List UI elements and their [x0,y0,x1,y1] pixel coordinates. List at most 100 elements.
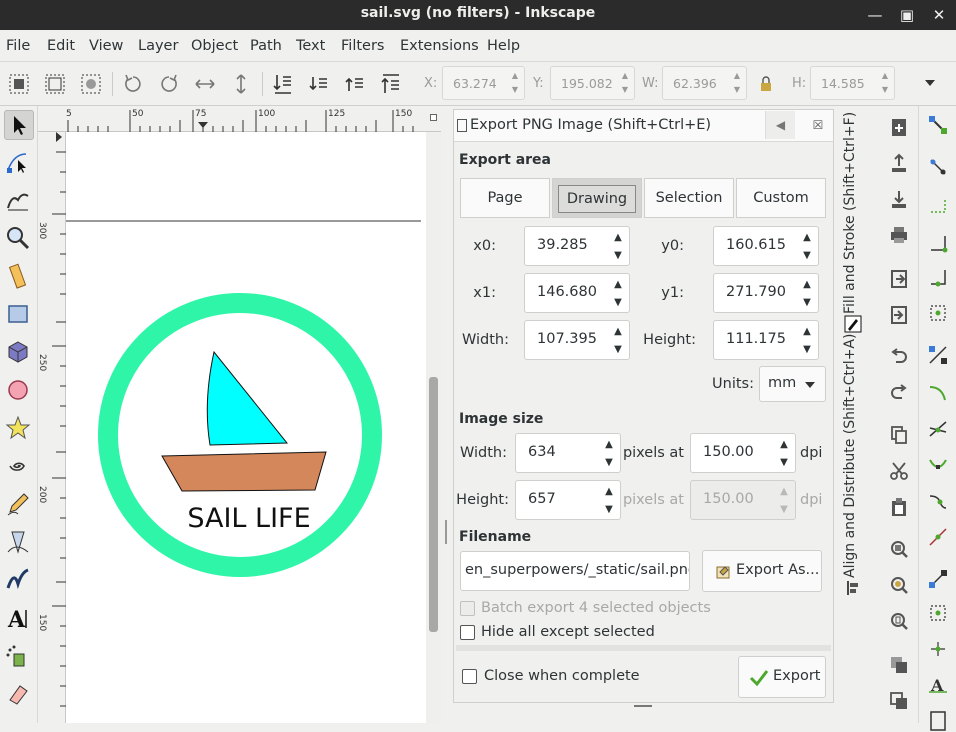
overflow-chevron-icon[interactable] [925,80,935,86]
flip-vertical-icon[interactable] [228,71,254,97]
units-select[interactable]: mm [759,366,826,402]
menu-view[interactable]: View [89,38,123,54]
minimize-icon[interactable]: — [864,4,886,26]
spray-tool[interactable] [4,642,34,672]
rectangle-tool[interactable] [4,300,34,330]
image-width-field[interactable]: 634 ▲ ▼ [515,433,621,473]
scrollbar-thumb[interactable] [429,377,438,632]
import-icon[interactable] [888,152,910,174]
lower-icon[interactable] [306,71,332,97]
close-when-complete-checkbox[interactable] [462,669,477,684]
measure-tool[interactable] [4,262,34,292]
selector-tool[interactable] [4,110,34,140]
menu-file[interactable]: File [6,38,30,54]
snap-page-border-icon[interactable] [927,710,949,732]
tab-align-and-distribute[interactable]: Align and Distribute (Shift+Ctrl+A) [838,334,868,596]
undo-icon[interactable] [888,346,910,368]
artwork[interactable]: SAIL LIFE [66,132,426,723]
area-selection-button[interactable]: Selection [644,178,734,218]
area-height-field[interactable]: 111.175 ▲ ▼ [713,320,819,360]
redo-icon[interactable] [888,382,910,404]
spiral-tool[interactable] [4,452,34,482]
snap-intersection-icon[interactable] [927,418,949,440]
x0-field[interactable]: 39.285 ▲ ▼ [524,226,630,266]
snap-path-icon[interactable] [927,382,949,404]
menu-text[interactable]: Text [296,38,325,54]
snap-smooth-icon[interactable] [927,490,949,512]
rotate-cw-icon[interactable] [156,71,182,97]
star-tool[interactable] [4,414,34,444]
pencil-tool[interactable] [4,490,34,520]
duplicate-icon[interactable] [888,654,910,676]
snap-bbox-edge-icon[interactable] [927,194,949,216]
artwork-text[interactable]: SAIL LIFE [187,503,310,534]
filename-input[interactable]: en_superpowers/_static/sail.png [460,551,690,591]
export-button[interactable]: Export [738,656,826,698]
export-as-button[interactable]: Export As... [702,550,822,592]
menu-layer[interactable]: Layer [138,38,178,54]
download-icon[interactable] [888,188,910,210]
vertical-scrollbar[interactable] [426,132,441,723]
snap-cusp-icon[interactable] [927,454,949,476]
zoom-tool[interactable] [4,224,34,254]
node-tool[interactable] [4,148,34,178]
menu-object[interactable]: Object [191,38,238,54]
eraser-tool[interactable] [4,680,34,710]
export-file-icon[interactable] [888,304,910,326]
x1-field[interactable]: 146.680 ▲ ▼ [524,273,630,313]
snap-bbox-icon[interactable] [927,156,949,178]
menu-help[interactable]: Help [487,38,520,54]
snap-rotation-center-icon[interactable] [927,638,949,660]
menu-filters[interactable]: Filters [341,38,384,54]
text-tool[interactable]: A [4,604,34,634]
hide-all-except-selected-checkbox[interactable] [460,625,475,640]
menu-edit[interactable]: Edit [47,38,75,54]
raise-to-top-icon[interactable] [378,71,404,97]
flip-horizontal-icon[interactable] [192,71,218,97]
ellipse-tool[interactable] [4,376,34,406]
cut-icon[interactable] [888,460,910,482]
h-field[interactable]: 14.585 ▲ ▼ [810,66,895,100]
zoom-drawing-icon[interactable] [888,574,910,596]
tab-fill-and-stroke[interactable]: Fill and Stroke (Shift+Ctrl+F) [838,112,868,333]
w-field[interactable]: 62.396 ▲ ▼ [662,66,747,100]
batch-export-checkbox[interactable] [460,601,475,616]
y-field[interactable]: 195.082 ▲ ▼ [550,66,635,100]
raise-icon[interactable] [342,71,368,97]
snap-line-midpoint-icon[interactable] [927,526,949,548]
select-all-icon[interactable] [6,71,32,97]
snap-bbox-center-icon[interactable] [927,302,949,324]
area-custom-button[interactable]: Custom [736,178,826,218]
rotate-ccw-icon[interactable] [120,71,146,97]
ruler-corner-icon[interactable] [430,114,437,121]
area-drawing-button[interactable]: Drawing [552,178,642,218]
clone-icon[interactable] [888,690,910,712]
snap-text-baseline-icon[interactable]: A [927,674,949,696]
image-height-field[interactable]: 657 ▲ ▼ [515,480,621,520]
hull-shape[interactable] [161,451,327,492]
deselect-icon[interactable] [78,71,104,97]
3d-box-tool[interactable] [4,338,34,368]
new-document-icon[interactable] [888,116,910,138]
y1-field[interactable]: 271.790 ▲ ▼ [713,273,819,313]
snap-bbox-corner-icon[interactable] [927,232,949,254]
lower-to-bottom-icon[interactable] [270,71,296,97]
area-page-button[interactable]: Page [460,178,550,218]
zoom-selection-icon[interactable] [888,538,910,560]
copy-icon[interactable] [888,424,910,446]
x-field[interactable]: 63.274 ▲ ▼ [442,66,525,100]
snap-nodes-icon[interactable] [927,344,949,366]
close-panel-icon[interactable]: ☒ [806,111,830,139]
close-icon[interactable]: ✕ [928,4,950,26]
snap-object-midpoint-icon[interactable] [927,602,949,624]
tweak-tool[interactable] [4,186,34,216]
menu-extensions[interactable]: Extensions [400,38,479,54]
pen-tool[interactable] [4,528,34,558]
lock-icon[interactable] [758,76,774,92]
y0-field[interactable]: 160.615 ▲ ▼ [713,226,819,266]
pane-separator-handle[interactable] [445,520,449,544]
snap-toggle-icon[interactable] [927,114,949,136]
dpi-x-field[interactable]: 150.00 ▲ ▼ [690,433,796,473]
area-width-field[interactable]: 107.395 ▲ ▼ [524,320,630,360]
dialog-resize-grip[interactable] [634,705,652,707]
